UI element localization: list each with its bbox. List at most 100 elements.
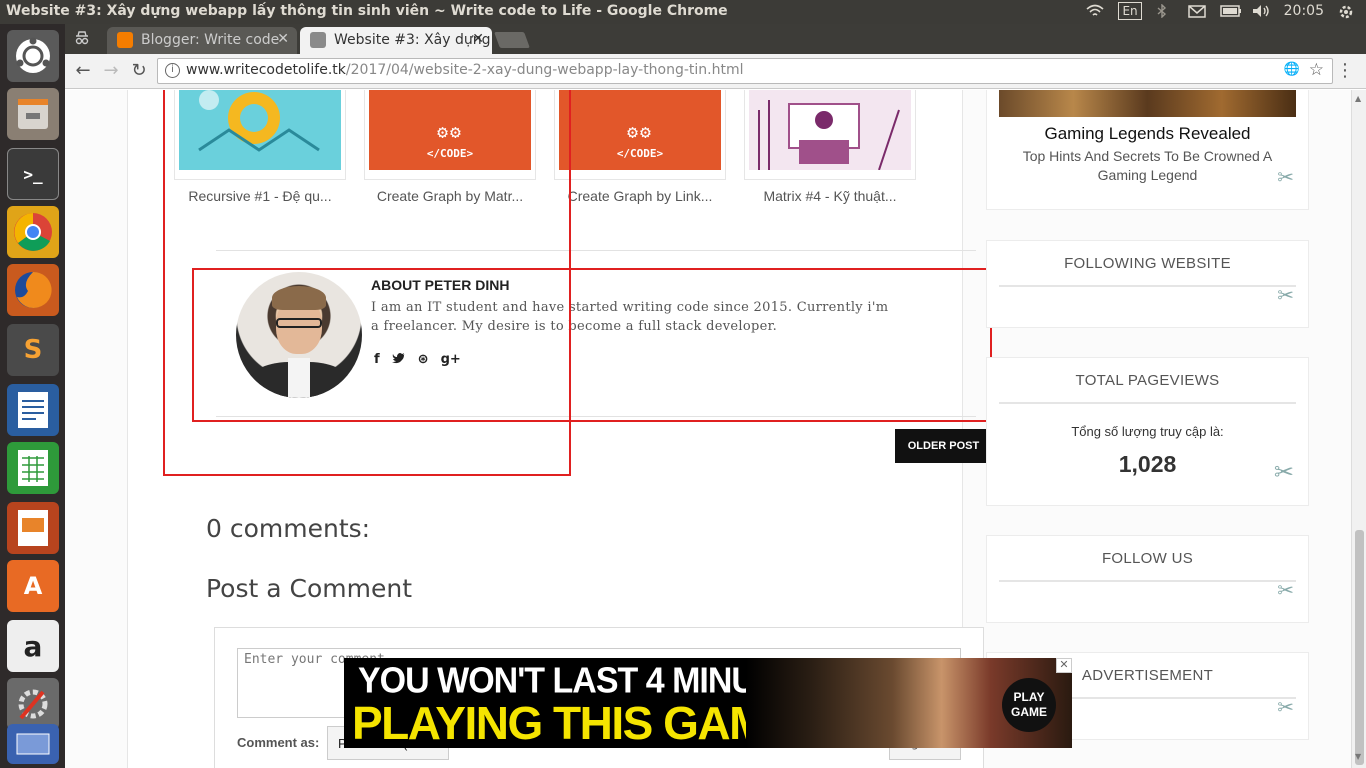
sublime-text-icon[interactable]: S (7, 324, 59, 376)
reload-icon[interactable]: ↻ (127, 60, 151, 81)
tab-label: Website #3: Xây dựng (334, 32, 491, 48)
game-promo-subtitle: Top Hints And Secrets To Be Crowned A Ga… (1022, 148, 1273, 183)
ad-headline-line2[interactable]: PLAYING THIS GAME (352, 696, 797, 748)
about-author-title: ABOUT PETER DINH (371, 277, 510, 293)
edit-widget-tools-icon[interactable]: ✂ (1277, 578, 1294, 602)
chrome-menu-icon[interactable]: ⋮ (1336, 60, 1354, 81)
game-ad-banner[interactable]: YOU WON'T LAST 4 MINUTES PLAYING THIS GA… (344, 658, 1072, 748)
clock[interactable]: 20:05 (1284, 3, 1324, 19)
widget-title: FOLLOWING WEBSITE (1064, 255, 1231, 272)
bookmark-star-icon[interactable]: ☆ (1309, 60, 1324, 80)
libreoffice-writer-icon[interactable] (7, 384, 59, 436)
libreoffice-calc-icon[interactable] (7, 442, 59, 494)
comments-count-heading: 0 comments: (206, 514, 371, 543)
office-illustration (749, 90, 911, 171)
wifi-icon[interactable] (1086, 4, 1104, 18)
google-plus-icon[interactable]: g+ (441, 352, 461, 368)
related-post[interactable]: Recursive #1 - Đệ qu... (174, 90, 346, 204)
tab-website-3[interactable]: Website #3: Xây dựng ✕ (300, 27, 492, 54)
related-post-title[interactable]: Create Graph by Link... (554, 188, 726, 204)
game-promo-image[interactable] (999, 90, 1296, 117)
forward-icon[interactable]: → (99, 60, 123, 81)
scroll-down-icon[interactable]: ▼ (1355, 752, 1361, 761)
scrollbar-thumb[interactable] (1355, 530, 1364, 765)
older-post-button[interactable]: OLDER POST (895, 429, 992, 463)
facebook-icon[interactable]: f (374, 352, 380, 368)
translate-icon[interactable]: 🌐 (1284, 62, 1300, 77)
play-game-badge[interactable]: PLAY GAME (1002, 678, 1056, 732)
code-banner-text: </CODE> (426, 147, 474, 160)
related-post-thumbnail (744, 90, 916, 180)
system-settings-icon[interactable] (7, 678, 59, 730)
profile-icon[interactable] (73, 29, 91, 47)
mail-icon[interactable] (1187, 4, 1206, 18)
tab-label: Blogger: Write code (141, 32, 280, 48)
terminal-icon[interactable]: >_ (7, 148, 59, 200)
ubuntu-dash-icon[interactable] (7, 30, 59, 82)
code-banner: ⚙⚙ </CODE> (559, 90, 721, 170)
related-post[interactable]: Matrix #4 - Kỹ thuật... (744, 90, 916, 204)
widget-title: TOTAL PAGEVIEWS (1075, 372, 1220, 389)
related-post[interactable]: ⚙⚙ </CODE> Create Graph by Matr... (364, 90, 536, 204)
tab-close-icon[interactable]: ✕ (472, 31, 484, 47)
ad-close-icon[interactable]: ✕ (1056, 658, 1072, 673)
edit-widget-tools-icon[interactable]: ✂ (1274, 458, 1294, 486)
game-ad-widget[interactable]: Gaming Legends Revealed Top Hints And Se… (986, 90, 1309, 210)
volume-icon[interactable] (1252, 4, 1270, 18)
edit-widget-tools-icon[interactable]: ✂ (1277, 165, 1294, 189)
amazon-icon[interactable]: a (7, 620, 59, 672)
workspace-switcher-icon[interactable] (7, 724, 59, 764)
about-author-bio: I am an IT student and have started writ… (371, 300, 889, 334)
bluetooth-icon[interactable] (1156, 3, 1174, 19)
software-center-icon[interactable]: A (7, 560, 59, 612)
files-icon[interactable] (7, 88, 59, 140)
back-icon[interactable]: ← (71, 60, 95, 81)
follow-us-widget: FOLLOW US ✂ (986, 535, 1309, 623)
dribbble-icon[interactable]: ⊛ (418, 352, 429, 368)
gears-icon: ⚙⚙ (437, 122, 463, 143)
keyboard-layout-indicator[interactable]: En (1118, 2, 1142, 20)
url-path: /2017/04/website-2-xay-dung-webapp-lay-t… (345, 62, 744, 78)
divider (216, 250, 976, 251)
system-top-bar: Website #3: Xây dựng webapp lấy thông ti… (0, 0, 1366, 24)
power-gear-icon[interactable] (1338, 4, 1356, 19)
related-post-thumbnail: ⚙⚙ </CODE> (364, 90, 536, 180)
scroll-up-icon[interactable]: ▲ (1355, 94, 1361, 103)
pageviews-count: 1,028 (1118, 451, 1177, 477)
page-scrollbar[interactable]: ▲ ▼ (1351, 90, 1366, 768)
chrome-icon[interactable] (7, 206, 59, 258)
related-post-title[interactable]: Create Graph by Matr... (364, 188, 536, 204)
author-social-links: f ⊛ g+ (374, 352, 461, 368)
widget-underline (999, 402, 1296, 404)
address-bar[interactable]: i www.writecodetolife.tk/2017/04/website… (157, 58, 1333, 84)
related-post-thumbnail: ⚙⚙ </CODE> (554, 90, 726, 180)
code-banner-text: </CODE> (616, 147, 664, 160)
twitter-icon[interactable] (391, 352, 406, 368)
avatar-glasses (276, 318, 322, 328)
tab-close-icon[interactable]: ✕ (277, 31, 289, 47)
libreoffice-impress-icon[interactable] (7, 502, 59, 554)
widget-underline (999, 580, 1296, 582)
edit-widget-tools-icon[interactable]: ✂ (1277, 283, 1294, 307)
new-tab-button[interactable] (494, 32, 530, 48)
unity-launcher: >_ S A a (0, 24, 65, 768)
battery-icon[interactable] (1219, 4, 1241, 18)
avatar-shirt (288, 358, 310, 398)
related-post[interactable]: ⚙⚙ </CODE> Create Graph by Link... (554, 90, 726, 204)
related-post-title[interactable]: Matrix #4 - Kỹ thuật... (744, 188, 916, 204)
code-banner: ⚙⚙ </CODE> (369, 90, 531, 170)
edit-widget-tools-icon[interactable]: ✂ (1277, 695, 1294, 719)
firefox-icon[interactable] (7, 264, 59, 316)
blogger-icon (117, 32, 133, 48)
game-promo-title[interactable]: Gaming Legends Revealed (987, 124, 1308, 144)
widget-title: FOLLOW US (1101, 550, 1194, 567)
related-post-title[interactable]: Recursive #1 - Đệ qu... (174, 188, 346, 204)
browser-toolbar: ← → ↻ i www.writecodetolife.tk/2017/04/w… (65, 54, 1366, 89)
site-info-icon[interactable]: i (165, 63, 180, 78)
total-pageviews-widget: TOTAL PAGEVIEWS Tổng số lượng truy cập l… (986, 357, 1309, 506)
url-domain: www.writecodetolife.tk (186, 62, 346, 78)
tab-blogger[interactable]: Blogger: Write code ✕ (107, 27, 297, 54)
tab-strip: Blogger: Write code ✕ Website #3: Xây dự… (65, 24, 1366, 54)
author-avatar (236, 272, 362, 398)
gears-icon: ⚙⚙ (627, 122, 653, 143)
